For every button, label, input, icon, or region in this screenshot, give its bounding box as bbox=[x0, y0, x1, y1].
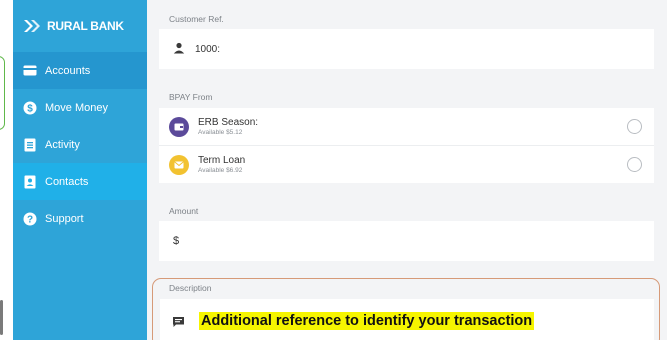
bpay-from-list: ERB Season: Available $5.12 Term Loan Av… bbox=[159, 108, 654, 183]
amount-label: Amount bbox=[169, 206, 199, 216]
left-edge-stub bbox=[0, 300, 3, 335]
account-available: Available $6.92 bbox=[198, 167, 243, 174]
currency-symbol: $ bbox=[173, 235, 180, 247]
description-highlight-frame: Description Additional reference to iden… bbox=[152, 278, 660, 340]
contact-card-icon bbox=[23, 175, 37, 189]
envelope-icon bbox=[169, 154, 189, 175]
card-icon bbox=[23, 64, 37, 78]
wallet-icon bbox=[169, 116, 189, 137]
svg-text:$: $ bbox=[27, 103, 33, 114]
annotation-left-bracket bbox=[0, 56, 5, 130]
brand-name: RURAL BANK bbox=[47, 19, 124, 33]
sidebar-item-label: Activity bbox=[45, 138, 80, 151]
list-icon bbox=[23, 138, 37, 152]
sidebar-item-accounts[interactable]: Accounts bbox=[13, 52, 147, 89]
customer-ref-value: 1000: bbox=[195, 43, 221, 55]
question-circle-icon: ? bbox=[23, 212, 37, 226]
message-icon bbox=[172, 315, 185, 327]
person-icon bbox=[173, 42, 185, 57]
sidebar-item-activity[interactable]: Activity bbox=[13, 126, 147, 163]
sidebar-item-move-money[interactable]: $ Move Money bbox=[13, 89, 147, 126]
brand[interactable]: RURAL BANK bbox=[13, 0, 147, 52]
sidebar-item-label: Move Money bbox=[45, 101, 108, 114]
sidebar-item-label: Accounts bbox=[45, 64, 91, 77]
customer-ref-label: Customer Ref. bbox=[169, 14, 224, 24]
account-name: ERB Season: bbox=[198, 117, 259, 128]
sidebar-item-label: Contacts bbox=[45, 175, 89, 188]
account-radio[interactable] bbox=[627, 157, 642, 172]
account-available: Available $5.12 bbox=[198, 129, 243, 136]
amount-field[interactable]: $ bbox=[159, 221, 654, 261]
bpay-from-label: BPAY From bbox=[169, 92, 213, 102]
sidebar-item-contacts[interactable]: Contacts bbox=[13, 163, 147, 200]
sidebar-item-support[interactable]: ? Support bbox=[13, 200, 147, 237]
account-option[interactable]: Term Loan Available $6.92 bbox=[159, 146, 654, 183]
account-option[interactable]: ERB Season: Available $5.12 bbox=[159, 108, 654, 145]
description-field[interactable]: Additional reference to identify your tr… bbox=[160, 299, 654, 340]
sidebar: RURAL BANK Accounts $ Move Money Activit… bbox=[13, 0, 147, 340]
bpay-form: Customer Ref. 1000: BPAY From ERB Season… bbox=[147, 0, 667, 340]
dollar-circle-icon: $ bbox=[23, 101, 37, 115]
customer-ref-field[interactable]: 1000: bbox=[159, 29, 654, 69]
account-name: Term Loan bbox=[198, 155, 246, 166]
svg-text:?: ? bbox=[27, 214, 33, 225]
rural-bank-logo-icon bbox=[24, 20, 40, 32]
description-label: Description bbox=[169, 283, 212, 293]
account-radio[interactable] bbox=[627, 119, 642, 134]
sidebar-item-label: Support bbox=[45, 212, 84, 225]
description-value: Additional reference to identify your tr… bbox=[199, 312, 535, 330]
